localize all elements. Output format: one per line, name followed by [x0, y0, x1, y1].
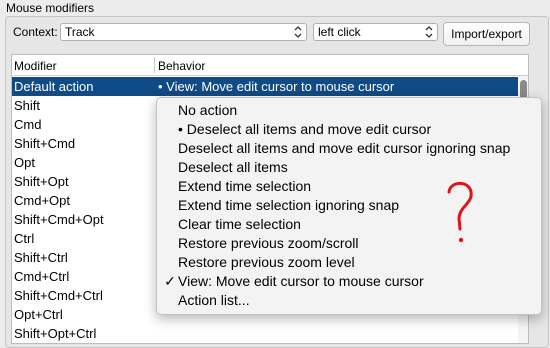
row-modifier: Shift+Cmd+Ctrl — [14, 288, 103, 303]
click-type-select-value: left click — [318, 25, 361, 39]
menu-item[interactable]: No action — [157, 101, 541, 120]
row-modifier: Shift+Cmd — [14, 136, 76, 151]
context-select-value: Track — [65, 25, 95, 39]
menu-item-label: Action list... — [178, 292, 250, 308]
menu-item[interactable]: Clear time selection — [157, 215, 541, 234]
row-modifier: Default action — [14, 79, 94, 94]
row-modifier: Cmd — [14, 117, 42, 132]
table-row[interactable]: Default action • View: Move edit cursor … — [12, 77, 518, 96]
context-select[interactable]: Track — [60, 23, 307, 41]
menu-item-label: • Deselect all items and move edit curso… — [178, 121, 432, 137]
table-header: Modifier Behavior — [12, 55, 528, 76]
menu-item-label: Restore previous zoom/scroll — [178, 235, 359, 251]
menu-item[interactable]: Extend time selection — [157, 177, 541, 196]
menu-item[interactable]: ✓ View: Move edit cursor to mouse cursor — [157, 272, 541, 291]
import-export-button[interactable]: Import/export — [443, 22, 530, 46]
menu-item-label: Clear time selection — [178, 216, 301, 232]
column-header-modifier[interactable]: Modifier — [14, 59, 57, 73]
menu-item[interactable]: Deselect all items — [157, 158, 541, 177]
menu-item-label: View: Move edit cursor to mouse cursor — [178, 273, 424, 289]
row-modifier: Opt — [14, 155, 35, 170]
row-modifier: Cmd+Ctrl — [14, 269, 70, 284]
row-modifier: Cmd+Opt — [14, 193, 70, 208]
menu-item[interactable]: Deselect all items and move edit cursor … — [157, 139, 541, 158]
column-header-behavior[interactable]: Behavior — [158, 59, 205, 73]
row-modifier: Shift+Cmd+Opt — [14, 212, 104, 227]
menu-item-label: Restore previous zoom level — [178, 254, 355, 270]
menu-item-label: Extend time selection — [178, 178, 312, 194]
menu-item-label: Deselect all items — [178, 159, 288, 175]
group-title: Mouse modifiers — [6, 1, 95, 15]
menu-item[interactable]: Action list... — [157, 291, 541, 310]
menu-item[interactable]: Restore previous zoom level — [157, 253, 541, 272]
up-down-arrows-icon — [294, 26, 302, 38]
context-label: Context: — [13, 25, 58, 39]
row-modifier: Shift+Opt — [14, 174, 69, 189]
menu-item[interactable]: • Deselect all items and move edit curso… — [157, 120, 541, 139]
checkmark-icon: ✓ — [164, 273, 176, 289]
menu-item[interactable]: Restore previous zoom/scroll — [157, 234, 541, 253]
up-down-arrows-icon — [425, 26, 433, 38]
column-separator — [154, 57, 155, 73]
row-modifier: Opt+Ctrl — [14, 307, 63, 322]
menu-item[interactable]: Extend time selection ignoring snap — [157, 196, 541, 215]
menu-item-label: Deselect all items and move edit cursor … — [178, 140, 511, 156]
row-modifier: Shift — [14, 98, 41, 113]
behavior-dropdown-menu: No action • Deselect all items and move … — [156, 97, 542, 315]
row-modifier: Ctrl — [14, 231, 35, 246]
click-type-select[interactable]: left click — [313, 23, 438, 41]
row-modifier: Shift+Ctrl — [14, 250, 68, 265]
question-mark-scribble-icon — [447, 181, 473, 243]
row-behavior: • View: Move edit cursor to mouse cursor — [158, 79, 395, 94]
menu-item-label: No action — [178, 102, 238, 118]
menu-item-label: Extend time selection ignoring snap — [178, 197, 400, 213]
